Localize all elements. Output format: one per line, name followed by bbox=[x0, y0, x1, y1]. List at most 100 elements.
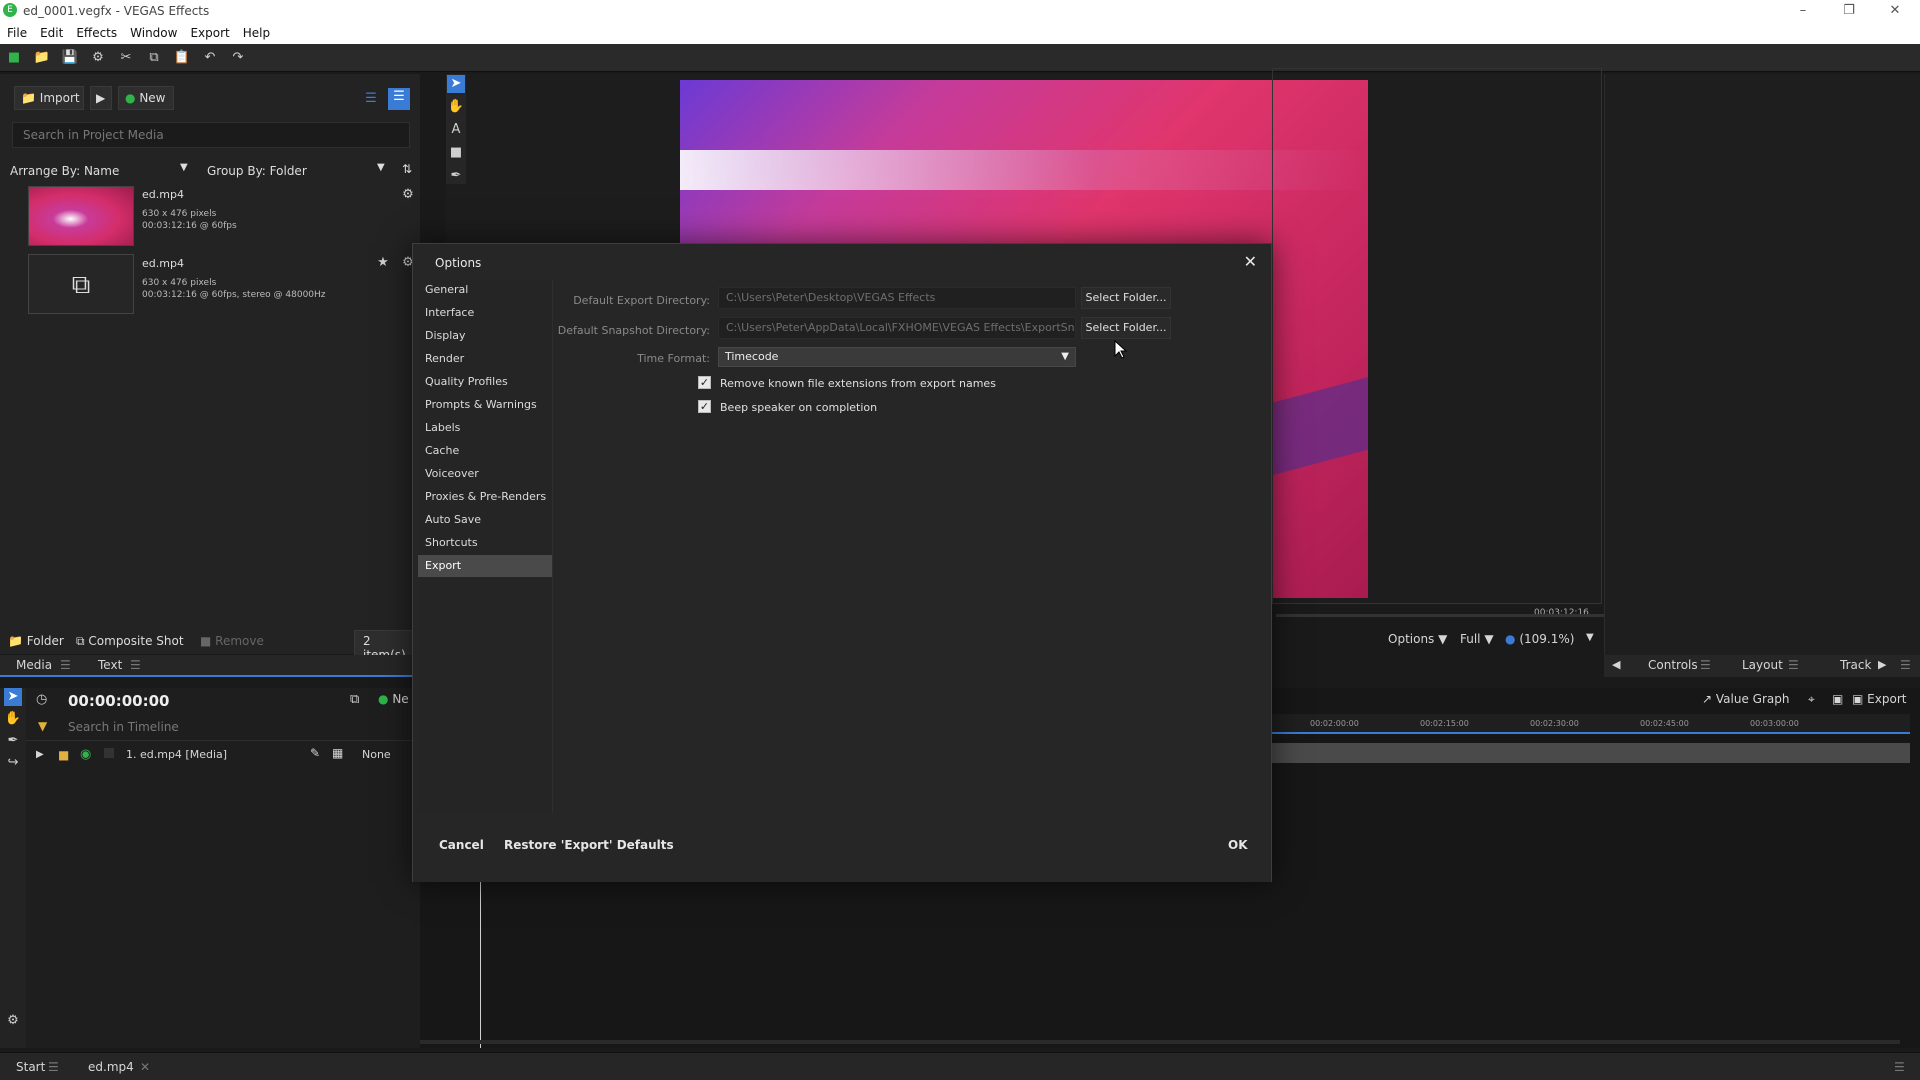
composite-icon[interactable]: ⧉ bbox=[350, 692, 359, 707]
menu-lines-icon[interactable]: ☰ bbox=[1900, 658, 1911, 672]
select-arrow-icon[interactable]: ➤ bbox=[4, 688, 22, 706]
menu-help[interactable]: Help bbox=[236, 22, 276, 40]
chevron-down-icon[interactable]: ▼ bbox=[180, 162, 188, 173]
minimize-icon[interactable]: – bbox=[1780, 0, 1826, 22]
rectangle-tool-icon[interactable]: ■ bbox=[447, 144, 465, 162]
cut-icon[interactable]: ✂ bbox=[117, 49, 135, 67]
timeline-search-input[interactable]: Search in Timeline bbox=[68, 720, 179, 734]
composite-media-icon[interactable]: ⧉ bbox=[28, 254, 134, 314]
filter-icon[interactable]: ▼ bbox=[38, 719, 47, 733]
restore-defaults-button[interactable]: Restore 'Export' Defaults bbox=[504, 838, 674, 852]
pen-tool-icon[interactable]: ✒ bbox=[447, 167, 465, 185]
paste-icon[interactable]: 📋 bbox=[173, 49, 191, 67]
remove-extensions-checkbox[interactable]: ✓ bbox=[698, 376, 711, 389]
menu-lines-icon[interactable]: ☰ bbox=[48, 1060, 59, 1074]
menu-lines-icon[interactable]: ☰ bbox=[1788, 658, 1799, 672]
remove-button[interactable]: ■ Remove bbox=[200, 634, 264, 648]
nav-prompts-warnings[interactable]: Prompts & Warnings bbox=[418, 394, 552, 416]
viewer-options-dropdown[interactable]: Options ▼ bbox=[1388, 632, 1447, 646]
blend-mode-dropdown[interactable]: None bbox=[362, 748, 391, 761]
composite-shot-button[interactable]: ⧉ Composite Shot bbox=[76, 634, 184, 649]
nav-export[interactable]: Export bbox=[418, 555, 552, 577]
lock-icon[interactable]: ■ bbox=[58, 748, 69, 762]
new-media-button[interactable]: ● New bbox=[118, 86, 174, 110]
nav-quality-profiles[interactable]: Quality Profiles bbox=[418, 371, 552, 393]
new-layer-button[interactable]: ● Ne bbox=[378, 692, 409, 706]
tab-track[interactable]: Track bbox=[1840, 658, 1871, 672]
razor-icon[interactable]: ✒ bbox=[4, 732, 22, 750]
close-window-icon[interactable]: ✕ bbox=[1872, 0, 1918, 22]
expand-triangle-icon[interactable]: ▶ bbox=[36, 749, 44, 760]
menu-export[interactable]: Export bbox=[183, 22, 235, 40]
eye-icon[interactable]: ◉ bbox=[80, 747, 91, 762]
hand-icon[interactable]: ✋ bbox=[4, 710, 22, 728]
nav-display[interactable]: Display bbox=[418, 325, 552, 347]
media-thumbnail[interactable] bbox=[28, 186, 134, 246]
arrange-by-dropdown[interactable]: Arrange By: Name bbox=[10, 164, 119, 178]
open-folder-icon[interactable]: 📁 bbox=[33, 49, 51, 67]
settings-gear-icon[interactable]: ⚙ bbox=[89, 49, 107, 67]
color-swatch[interactable] bbox=[104, 748, 114, 758]
menu-lines-icon[interactable]: ☰ bbox=[130, 658, 141, 672]
value-graph-button[interactable]: ↗ Value Graph bbox=[1702, 692, 1789, 706]
sort-icon[interactable]: ⇅ bbox=[402, 162, 412, 176]
render-icon[interactable]: ▣ bbox=[1832, 692, 1843, 706]
zoom-dropdown[interactable]: ● (109.1%) bbox=[1505, 632, 1574, 646]
list-view-icon[interactable]: ☰ bbox=[362, 90, 380, 108]
chevron-down-icon[interactable]: ▼ bbox=[377, 162, 385, 173]
gear-icon[interactable]: ⚙ bbox=[399, 186, 417, 204]
detail-view-icon[interactable]: ☰ bbox=[388, 88, 410, 110]
slip-tool-icon[interactable]: ↪ bbox=[4, 754, 22, 772]
tab-text[interactable]: Text bbox=[98, 658, 122, 672]
nav-render[interactable]: Render bbox=[418, 348, 552, 370]
play-triangle-icon[interactable]: ▶ bbox=[90, 86, 112, 110]
menu-effects[interactable]: Effects bbox=[69, 22, 123, 40]
tab-scroll-right-icon[interactable]: ▶ bbox=[1878, 658, 1886, 671]
export-button[interactable]: ▣ Export bbox=[1852, 692, 1906, 706]
nav-labels[interactable]: Labels bbox=[418, 417, 552, 439]
nav-general[interactable]: General bbox=[418, 279, 552, 301]
menu-lines-icon[interactable]: ☰ bbox=[1700, 658, 1711, 672]
gear-icon[interactable]: ⚙ bbox=[4, 1012, 22, 1030]
export-dir-field[interactable]: C:\Users\Peter\Desktop\VEGAS Effects bbox=[718, 287, 1076, 309]
group-by-dropdown[interactable]: Group By: Folder bbox=[207, 164, 307, 178]
new-project-icon[interactable]: ■ bbox=[5, 49, 23, 67]
save-icon[interactable]: 💾 bbox=[61, 49, 79, 67]
ok-button[interactable]: OK bbox=[1228, 838, 1248, 852]
copy-icon[interactable]: ⧉ bbox=[145, 49, 163, 67]
tab-scroll-left-icon[interactable]: ◀ bbox=[1612, 658, 1620, 671]
close-tab-icon[interactable]: ✕ bbox=[140, 1060, 150, 1074]
select-snapshot-folder-button[interactable]: Select Folder... bbox=[1081, 317, 1171, 339]
redo-icon[interactable]: ↷ bbox=[229, 49, 247, 67]
beep-checkbox[interactable]: ✓ bbox=[698, 400, 711, 413]
playhead[interactable] bbox=[480, 878, 481, 1048]
cancel-button[interactable]: Cancel bbox=[439, 838, 484, 852]
menu-lines-icon[interactable]: ☰ bbox=[60, 658, 71, 672]
timeline-scrollbar[interactable] bbox=[420, 1040, 1900, 1044]
menu-edit[interactable]: Edit bbox=[33, 22, 69, 40]
nav-shortcuts[interactable]: Shortcuts bbox=[418, 532, 552, 554]
star-icon[interactable]: ★ bbox=[374, 254, 392, 272]
chevron-down-icon[interactable]: ▼ bbox=[1586, 632, 1594, 643]
menu-window[interactable]: Window bbox=[123, 22, 183, 40]
nav-proxies[interactable]: Proxies & Pre-Renders bbox=[418, 486, 552, 508]
tab-controls[interactable]: Controls bbox=[1648, 658, 1698, 672]
close-icon[interactable]: ✕ bbox=[1244, 252, 1257, 271]
tab-layout[interactable]: Layout bbox=[1742, 658, 1783, 672]
select-arrow-icon[interactable]: ➤ bbox=[447, 75, 465, 93]
track-name[interactable]: 1. ed.mp4 [Media] bbox=[126, 748, 227, 761]
media-search-input[interactable]: Search in Project Media bbox=[12, 122, 410, 148]
checker-icon[interactable]: ▦ bbox=[332, 746, 343, 760]
nav-cache[interactable]: Cache bbox=[418, 440, 552, 462]
snapshot-dir-field[interactable]: C:\Users\Peter\AppData\Local\FXHOME\VEGA… bbox=[718, 317, 1076, 339]
undo-icon[interactable]: ↶ bbox=[201, 49, 219, 67]
menu-lines-icon[interactable]: ☰ bbox=[1894, 1060, 1905, 1074]
select-export-folder-button[interactable]: Select Folder... bbox=[1081, 287, 1171, 309]
tab-file[interactable]: ed.mp4 bbox=[88, 1060, 134, 1074]
menu-file[interactable]: File bbox=[0, 22, 33, 40]
time-format-select[interactable]: Timecode ▼ bbox=[718, 347, 1076, 367]
pencil-icon[interactable]: ✎ bbox=[310, 746, 320, 760]
timeline-ruler[interactable]: 00:02:00:00 00:02:15:00 00:02:30:00 00:0… bbox=[1270, 714, 1910, 734]
tab-start[interactable]: Start bbox=[16, 1060, 45, 1074]
import-button[interactable]: 📁 Import bbox=[14, 86, 84, 110]
